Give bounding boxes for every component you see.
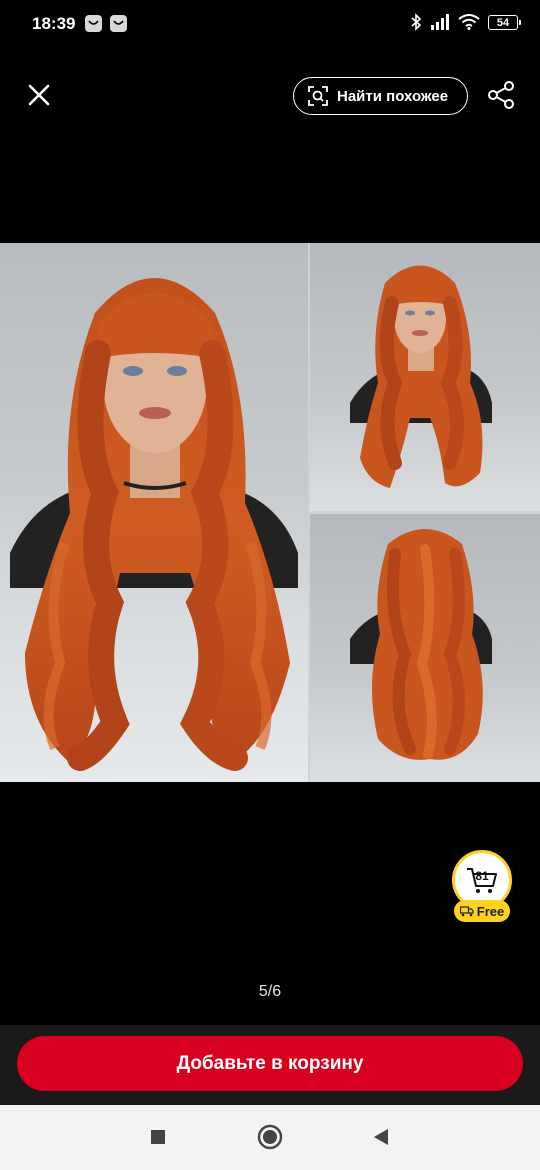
bluetooth-icon [411, 13, 422, 31]
status-time: 18:39 [32, 14, 76, 33]
back-triangle-icon [374, 1129, 388, 1145]
home-button[interactable] [257, 1124, 283, 1155]
battery-icon: 54 [488, 14, 521, 30]
free-shipping-tag: Free [454, 900, 510, 922]
free-label: Free [476, 903, 505, 919]
back-button[interactable] [372, 1128, 390, 1151]
wifi-icon [458, 14, 480, 30]
product-image[interactable] [0, 243, 540, 782]
system-icons: 54 [410, 13, 521, 31]
status-bar: 18:39 54 [0, 0, 540, 50]
close-button[interactable] [22, 78, 56, 112]
find-similar-label: Найти похожее [337, 87, 449, 105]
truck-icon [459, 905, 474, 916]
add-to-cart-label: Добавьте в корзину [176, 1052, 364, 1074]
wig-back-view [310, 514, 540, 782]
image-counter: 5/6 [258, 983, 282, 1000]
close-icon [28, 84, 50, 106]
notification-icon [110, 15, 127, 32]
add-to-cart-button[interactable]: Добавьте в корзину [17, 1036, 523, 1091]
signal-icon [431, 14, 449, 30]
share-button[interactable] [484, 78, 518, 112]
share-icon [488, 81, 514, 109]
system-nav-bar [0, 1105, 540, 1170]
notification-icon [85, 15, 102, 32]
battery-level: 54 [496, 16, 510, 29]
wig-front-view [0, 243, 308, 782]
recents-square-icon [151, 1130, 165, 1144]
wig-front-angle-view [310, 243, 540, 511]
recents-button[interactable] [150, 1129, 166, 1150]
find-similar-button[interactable]: Найти похожее [293, 77, 468, 115]
home-circle-icon [257, 1124, 283, 1150]
cart-count: 81 [475, 869, 489, 883]
lens-scan-icon [308, 86, 328, 106]
